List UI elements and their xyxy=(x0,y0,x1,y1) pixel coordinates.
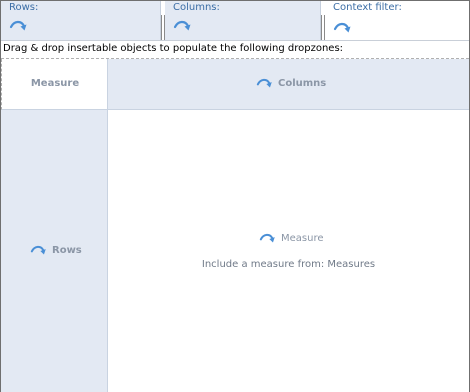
measure-dropzone-text: Measure xyxy=(281,233,324,244)
corner-measure-label: Measure xyxy=(30,78,80,89)
curved-arrow-icon xyxy=(9,20,27,31)
columns-dropzone-text: Columns xyxy=(278,78,327,89)
measure-dropzone[interactable]: Measure Include a measure from: Measures xyxy=(108,110,469,392)
columns-axis-label: Columns: xyxy=(173,2,220,13)
rows-axis-label: Rows: xyxy=(9,2,39,13)
measure-hint: Include a measure from: Measures xyxy=(201,259,376,270)
columns-dropzone-label: Columns xyxy=(256,77,326,90)
rows-dropzone-text: Rows xyxy=(52,245,82,256)
curved-arrow-icon xyxy=(256,78,272,88)
measure-dropzone-label: Measure xyxy=(259,232,324,245)
curved-arrow-icon xyxy=(173,20,191,31)
columns-dropzone[interactable]: Columns xyxy=(108,59,469,110)
columns-axis-dropzone[interactable]: Columns: xyxy=(165,1,321,40)
rows-dropzone[interactable]: Rows xyxy=(1,110,108,392)
context-filter-dropzone[interactable]: Context filter: xyxy=(325,1,469,40)
measure-corner-dropzone[interactable]: Measure xyxy=(1,59,108,110)
curved-arrow-icon xyxy=(30,245,46,255)
dropzone-instruction: Drag & drop insertable objects to popula… xyxy=(3,43,344,54)
crosstab-grid: Measure Columns Rows Measure Include a m… xyxy=(1,58,469,392)
axis-divider xyxy=(1,40,469,41)
crosstab-editor: Rows: Columns: Context filter: Drag & dr… xyxy=(0,0,470,392)
context-filter-label: Context filter: xyxy=(333,2,402,13)
curved-arrow-icon xyxy=(259,233,275,243)
curved-arrow-icon xyxy=(333,22,351,33)
rows-dropzone-label: Rows xyxy=(30,244,82,257)
rows-axis-dropzone[interactable]: Rows: xyxy=(1,1,161,40)
axis-bar: Rows: Columns: Context filter: xyxy=(1,1,469,41)
